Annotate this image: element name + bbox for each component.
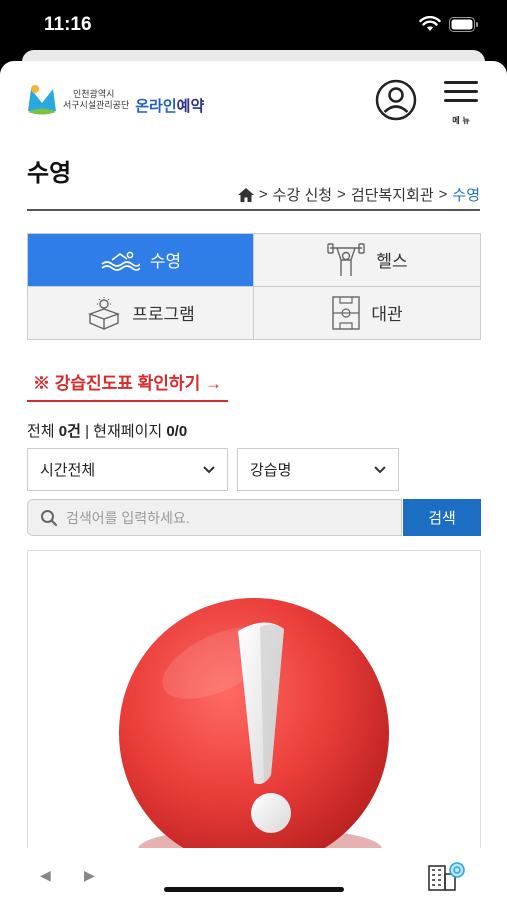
menu-button[interactable]: 메 뉴: [443, 81, 479, 125]
lesson-progress-link[interactable]: ※ 강습진도표 확인하기 →: [27, 369, 228, 402]
logo-brand-part1: 온라인: [135, 97, 177, 115]
title-divider: [27, 209, 480, 211]
tab-swimming[interactable]: 수영: [28, 234, 254, 287]
status-icons: [419, 16, 479, 32]
site-logo[interactable]: 인천광역시 서구시설관리공단 온라인예약: [25, 83, 204, 117]
back-arrow-icon[interactable]: ◀: [40, 868, 51, 884]
result-counts: 전체 0건 | 현재페이지 0/0: [27, 420, 187, 441]
logo-mark-icon: [28, 85, 56, 115]
menu-bar: [444, 99, 478, 102]
logo-org-text: 인천광역시 서구시설관리공단: [63, 89, 129, 111]
tab-program-label: 프로그램: [132, 305, 195, 325]
tab-fitness[interactable]: 헬스: [254, 234, 480, 287]
weightlifting-icon: [327, 243, 366, 276]
status-time: 11:16: [44, 14, 92, 35]
chevron-down-icon: [203, 465, 215, 473]
program-box-icon: [88, 296, 121, 330]
tab-rental[interactable]: 대관: [254, 286, 480, 339]
counts-total: 0건: [58, 423, 81, 440]
search-box: [27, 499, 402, 536]
breadcrumb-item-center[interactable]: 검단복지회관: [351, 184, 434, 205]
site-header: 인천광역시 서구시설관리공단 온라인예약 메 뉴: [0, 61, 507, 141]
breadcrumb-separator: >: [337, 186, 346, 203]
tab-swimming-label: 수영: [149, 252, 182, 272]
tab-program[interactable]: 프로그램: [28, 286, 254, 339]
status-bar: 11:16: [0, 0, 507, 52]
breadcrumb-separator: >: [258, 186, 268, 203]
chevron-down-icon: [374, 465, 386, 473]
counts-separator: | 현재페이지: [80, 423, 167, 440]
logo-org-line1: 인천광역시: [73, 89, 115, 99]
court-icon: [332, 296, 361, 330]
menu-bar: [444, 81, 478, 84]
search-icon: [41, 509, 58, 526]
counts-page: 0/0: [166, 423, 188, 440]
forward-arrow-icon[interactable]: ▶: [84, 868, 95, 884]
page-title: 수영: [27, 160, 72, 187]
counts-prefix: 전체: [27, 423, 59, 440]
user-profile-button[interactable]: [375, 79, 417, 121]
breadcrumb-item-current[interactable]: 수영: [452, 184, 480, 205]
lesson-filter-select[interactable]: 강습명: [237, 448, 399, 491]
building-icon[interactable]: [427, 860, 467, 892]
breadcrumb-separator: >: [438, 186, 448, 203]
main-sheet: 인천광역시 서구시설관리공단 온라인예약 메 뉴 수영 > 수강 신청 > 검단…: [0, 61, 507, 900]
tab-rental-label: 대관: [371, 305, 403, 325]
menu-label: 메 뉴: [452, 116, 470, 125]
lesson-filter-value: 강습명: [250, 462, 292, 479]
tab-fitness-label: 헬스: [376, 252, 408, 272]
time-filter-select[interactable]: 시간전체: [27, 448, 228, 491]
logo-brand: 온라인예약: [135, 95, 204, 116]
home-icon[interactable]: [237, 187, 254, 202]
battery-icon: [449, 16, 478, 32]
home-indicator[interactable]: [164, 887, 344, 892]
user-icon: [375, 79, 417, 121]
logo-brand-part2: 예약: [176, 97, 205, 115]
category-tabs: 수영 헬스 프로그램 대관: [27, 233, 481, 340]
bottom-toolbar: ◀ ▶: [0, 848, 507, 900]
menu-bar: [444, 90, 478, 93]
search-input[interactable]: [66, 509, 366, 526]
breadcrumb: > 수강 신청 > 검단복지회관 > 수영: [237, 184, 480, 205]
breadcrumb-item-apply[interactable]: 수강 신청: [273, 184, 332, 205]
swim-icon: [101, 251, 140, 271]
search-button[interactable]: 검색: [403, 499, 481, 536]
time-filter-value: 시간전체: [40, 462, 96, 479]
logo-org-line2: 서구시설관리공단: [63, 100, 130, 110]
wifi-icon: [419, 16, 441, 31]
